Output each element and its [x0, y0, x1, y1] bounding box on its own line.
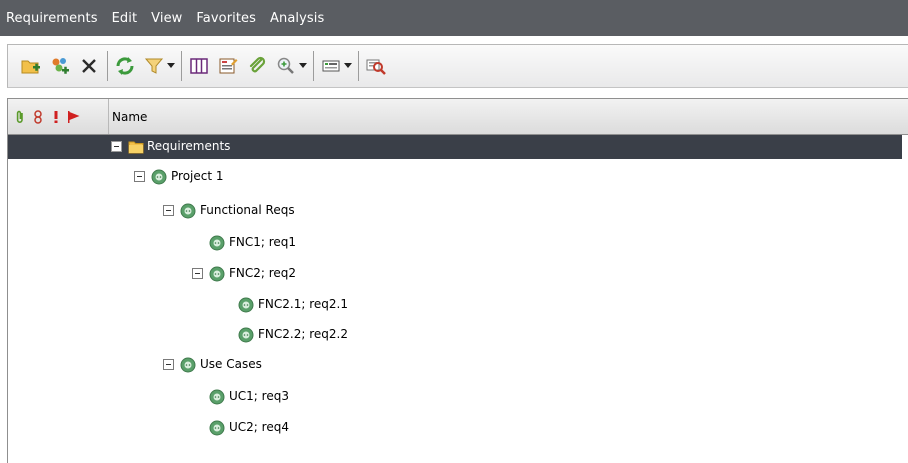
grid-header: Name — [7, 98, 908, 135]
tree-label: Functional Reqs — [200, 203, 295, 217]
collapse-icon[interactable] — [111, 141, 122, 152]
collapse-icon[interactable] — [163, 205, 174, 216]
tree-label: FNC1; req1 — [229, 235, 297, 249]
tree-row-use-cases[interactable]: Use Cases — [8, 353, 902, 377]
tree-row-functional-reqs[interactable]: Functional Reqs — [8, 199, 902, 223]
delete-icon[interactable] — [76, 53, 102, 79]
zoom-icon[interactable] — [273, 53, 299, 79]
tree-row-fnc2[interactable]: FNC2; req2 — [8, 262, 902, 286]
tree-row-fnc1[interactable]: FNC1; req1 — [8, 231, 902, 255]
requirement-status-icon — [209, 266, 225, 282]
name-column-header[interactable]: Name — [108, 99, 147, 134]
filter-dropdown-icon[interactable] — [166, 53, 176, 79]
requirement-status-icon — [209, 420, 225, 436]
tree-row-fnc2-2[interactable]: FNC2.2; req2.2 — [8, 323, 902, 347]
alert-column-icon[interactable] — [48, 109, 63, 125]
tree-label: FNC2.2; req2.2 — [258, 327, 348, 341]
tree-row-project-1[interactable]: Project 1 — [8, 165, 902, 189]
menu-analysis[interactable]: Analysis — [270, 11, 324, 26]
tree-label: FNC2.1; req2.1 — [258, 297, 348, 311]
analysis-icon[interactable] — [363, 53, 389, 79]
grid-header-icons — [8, 99, 112, 134]
requirement-status-icon — [180, 203, 196, 219]
collapse-icon[interactable] — [163, 359, 174, 370]
menu-favorites[interactable]: Favorites — [196, 11, 256, 26]
view-icon[interactable] — [318, 53, 344, 79]
tree-row-uc1[interactable]: UC1; req3 — [8, 385, 902, 409]
new-folder-icon[interactable] — [18, 53, 44, 79]
requirement-status-icon — [209, 389, 225, 405]
link-column-icon[interactable] — [30, 109, 45, 125]
menu-edit[interactable]: Edit — [112, 11, 138, 26]
menu-view[interactable]: View — [151, 11, 182, 26]
toolbar — [7, 44, 908, 88]
zoom-dropdown-icon[interactable] — [298, 53, 308, 79]
columns-icon[interactable] — [186, 53, 212, 79]
toolbar-separator — [181, 51, 182, 81]
tree-label: FNC2; req2 — [229, 266, 297, 280]
requirement-status-icon — [180, 357, 196, 373]
requirements-tree: Requirements Project 1 Functional Reqs F… — [7, 135, 908, 463]
tree-label: UC1; req3 — [229, 389, 289, 403]
menu-bar: Requirements Edit View Favorites Analysi… — [0, 0, 908, 36]
tree-label: Use Cases — [200, 357, 262, 371]
toolbar-separator — [107, 51, 108, 81]
toolbar-separator — [313, 51, 314, 81]
tree-row-uc2[interactable]: UC2; req4 — [8, 416, 902, 440]
toolbar-area — [0, 36, 908, 98]
tree-label: UC2; req4 — [229, 420, 289, 434]
attachment-column-icon[interactable] — [12, 109, 27, 125]
refresh-icon[interactable] — [112, 53, 138, 79]
attachment-icon[interactable] — [244, 53, 270, 79]
folder-icon — [128, 139, 144, 155]
collapse-icon[interactable] — [192, 268, 203, 279]
tree-label: Project 1 — [171, 169, 224, 183]
flag-column-icon[interactable] — [66, 109, 81, 125]
tree-row-requirements[interactable]: Requirements — [8, 135, 902, 159]
requirement-status-icon — [238, 327, 254, 343]
view-dropdown-icon[interactable] — [343, 53, 353, 79]
requirement-status-icon — [151, 169, 167, 185]
menu-requirements[interactable]: Requirements — [6, 11, 98, 26]
name-column-label: Name — [112, 109, 148, 124]
toolbar-separator — [358, 51, 359, 81]
filter-icon[interactable] — [141, 53, 167, 79]
requirement-status-icon — [209, 235, 225, 251]
tree-row-fnc2-1[interactable]: FNC2.1; req2.1 — [8, 293, 902, 317]
new-requirement-icon[interactable] — [47, 53, 73, 79]
requirement-status-icon — [238, 297, 254, 313]
collapse-icon[interactable] — [134, 171, 145, 182]
details-icon[interactable] — [215, 53, 241, 79]
tree-label: Requirements — [147, 139, 231, 153]
